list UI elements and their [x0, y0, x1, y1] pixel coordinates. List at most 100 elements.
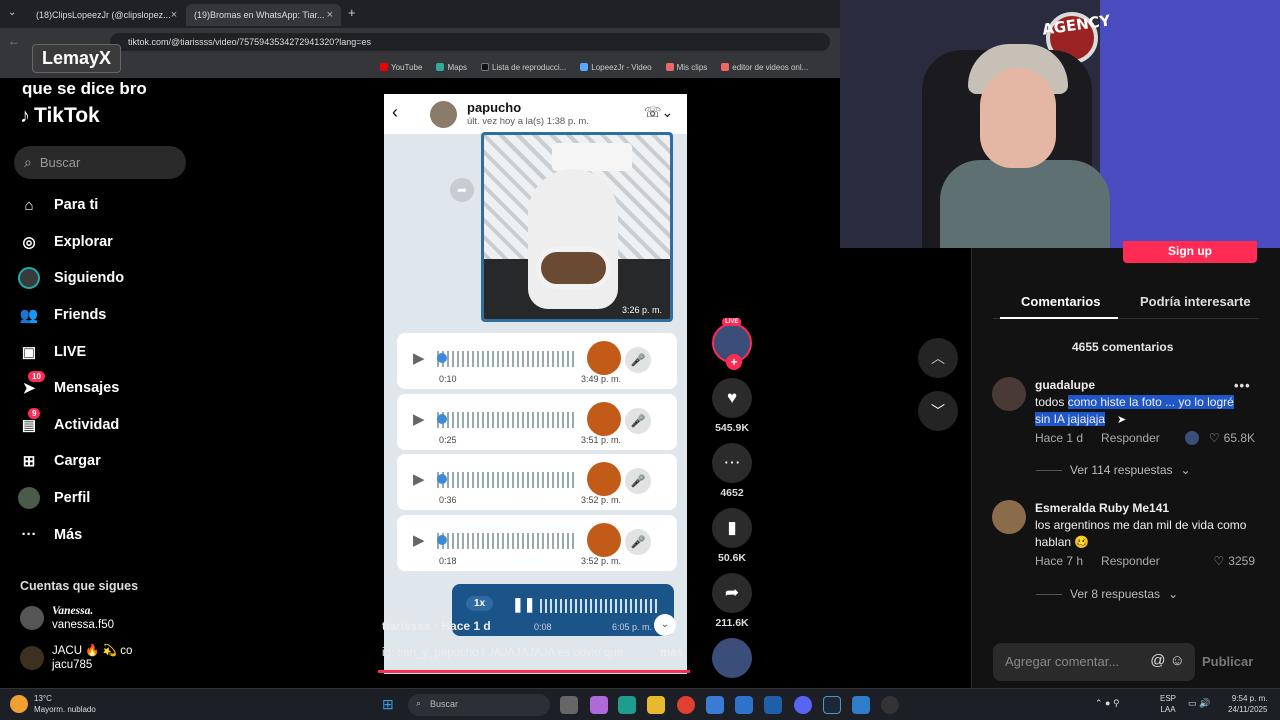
post-button[interactable]: Publicar — [1202, 654, 1253, 669]
follow-plus-icon[interactable]: + — [726, 354, 742, 370]
app-icon[interactable] — [852, 696, 870, 714]
task-view-icon[interactable] — [560, 696, 578, 714]
comment-time: Hace 7 h — [1035, 554, 1084, 568]
taskbar-search[interactable]: ⌕ Buscar — [408, 694, 550, 716]
url-text: tiktok.com/@tiarissss/video/757594353427… — [128, 37, 372, 47]
steam-icon[interactable] — [823, 696, 841, 714]
sidebar-item-label: Más — [54, 526, 83, 543]
tiktok-logo[interactable]: ♪ TikTok — [20, 104, 100, 128]
sidebar-item-label: Friends — [54, 307, 107, 324]
previous-video-button[interactable]: ︿ — [918, 338, 958, 378]
more-icon: ··· — [21, 526, 37, 544]
sidebar-item-mensajes[interactable]: ➤ 10 Mensajes — [18, 370, 218, 407]
comment-meta: Hace 1 d Responder ♡ 65.8K — [1035, 431, 1255, 445]
sidebar-item-cargar[interactable]: ⊞ Cargar — [18, 443, 218, 480]
folder-icon — [665, 63, 674, 71]
sidebar-item-mas[interactable]: ··· Más — [18, 516, 218, 553]
creator-avatar-live[interactable]: LIVE + — [710, 318, 754, 370]
edge-icon[interactable] — [618, 696, 636, 714]
network-volume-icons[interactable]: ▭ 🔊 — [1188, 698, 1210, 709]
sidebar-item-label: Cargar — [54, 453, 101, 470]
chrome-icon[interactable] — [677, 696, 695, 714]
sidebar-item-explorar[interactable]: ◎ Explorar — [18, 224, 218, 261]
emoji-icon[interactable]: ☺ — [1170, 652, 1185, 669]
obs-icon[interactable] — [881, 696, 899, 714]
video-progress-bar[interactable] — [378, 670, 690, 673]
file-explorer-icon[interactable] — [647, 696, 665, 714]
bookmark-clips[interactable]: Mis clips — [665, 63, 707, 72]
windows-start-icon[interactable]: ⊞ — [382, 696, 394, 713]
copilot-icon[interactable] — [590, 696, 608, 714]
sidebar-item-live[interactable]: ▣ LIVE — [18, 333, 218, 370]
sidebar-item-siguiendo[interactable]: Siguiendo — [18, 260, 218, 297]
weather-widget[interactable]: 13°C Mayorm. nublado — [10, 693, 96, 715]
view-replies-button[interactable]: Ver 114 respuestas ⌄ — [1036, 463, 1191, 477]
discord-icon[interactable] — [794, 696, 812, 714]
comment-username[interactable]: Esmeralda Ruby Me141 — [1035, 501, 1169, 515]
avatar[interactable] — [992, 500, 1026, 534]
site-icon — [580, 63, 589, 71]
bookmark-video[interactable]: LopeezJr - Video — [580, 63, 652, 72]
following-account[interactable]: JACU 🔥 💫 co jacu785 — [20, 644, 132, 672]
store-icon[interactable] — [706, 696, 724, 714]
save-button[interactable]: ▮ 50.6K — [710, 508, 754, 564]
weather-icon — [10, 695, 28, 713]
bookmark-youtube[interactable]: YouTube — [380, 63, 422, 72]
browser-tab-2[interactable]: (19)Bromas en WhatsApp: Tiar... × — [186, 4, 341, 26]
sidebar-item-perfil[interactable]: Perfil — [18, 480, 218, 517]
share-button[interactable]: ➦ 211.6K — [710, 573, 754, 629]
sign-up-button[interactable]: Sign up — [1123, 241, 1257, 263]
comment-like-button[interactable]: ♡ 3259 — [1214, 554, 1255, 568]
reply-button[interactable]: Responder — [1101, 554, 1160, 568]
screen: ⌄ (18)ClipsLopeezJr (@clipslopez... × (1… — [0, 0, 1280, 720]
heart-icon: ♥ — [712, 378, 752, 418]
video-author[interactable]: tiarissss · Hace 1 d — [382, 619, 491, 633]
message-time: 3:52 p. m. — [581, 556, 622, 566]
sound-disc[interactable] — [710, 638, 754, 678]
view-replies-button[interactable]: Ver 8 respuestas ⌄ — [1036, 587, 1178, 601]
back-icon: ‹ — [392, 102, 398, 122]
comment-like-count: 65.8K — [1223, 431, 1255, 445]
clock[interactable]: 9:54 p. m. 24/11/2025 — [1228, 693, 1267, 715]
close-icon[interactable]: × — [171, 9, 177, 21]
tab-comments[interactable]: Comentarios — [1021, 294, 1100, 309]
browser-tab-1[interactable]: (18)ClipsLopeezJr (@clipslopez... × — [28, 4, 183, 26]
mention-icon[interactable]: @ — [1150, 652, 1165, 669]
language-indicator[interactable]: ESP LAA — [1160, 693, 1176, 715]
bookmark-playlist[interactable]: Lista de reproducci... — [481, 63, 566, 72]
reply-button[interactable]: Responder — [1101, 431, 1160, 445]
bookmark-editor[interactable]: editor de videos onl... — [721, 63, 808, 72]
comment-input[interactable]: Agregar comentar... @ ☺ — [993, 643, 1195, 681]
avatar[interactable] — [992, 377, 1026, 411]
bookmark-maps[interactable]: Maps — [436, 63, 467, 72]
sidebar-item-actividad[interactable]: ▤ 9 Actividad — [18, 407, 218, 444]
progress-dot — [437, 535, 447, 545]
comment-like-button[interactable]: ♡ 65.8K — [1184, 431, 1255, 445]
close-icon[interactable]: × — [327, 9, 333, 21]
tab-list-icon[interactable]: ⌄ — [8, 7, 16, 18]
like-button[interactable]: ♥ 545.9K — [710, 378, 754, 434]
app-icon[interactable] — [764, 696, 782, 714]
mail-icon[interactable] — [735, 696, 753, 714]
sidebar-item-friends[interactable]: 👥 Friends — [18, 297, 218, 334]
next-video-button[interactable]: ﹀ — [918, 391, 958, 431]
video-player[interactable]: ‹ papucho últ. vez hoy a la(s) 1:38 p. m… — [384, 94, 687, 674]
system-tray-icons[interactable]: ⌃ ● ⚲ — [1095, 698, 1120, 709]
creator-liked-avatar — [1184, 431, 1199, 445]
comment-button[interactable]: ⋯ 4652 — [710, 443, 754, 499]
new-tab-icon[interactable]: + — [348, 5, 356, 20]
clock-time: 9:54 p. m. — [1231, 694, 1268, 703]
weather-status: Mayorm. nublado — [34, 705, 96, 714]
back-icon[interactable]: ← — [8, 34, 20, 48]
more-link[interactable]: más — [660, 647, 683, 659]
progress-dot — [437, 353, 447, 363]
comment-text: todos como histe la foto ... yo lo logré… — [1035, 394, 1250, 428]
sidebar-item-para-ti[interactable]: ⌂ Para ti — [18, 187, 218, 224]
url-field[interactable]: tiktok.com/@tiarissss/video/757594353427… — [110, 33, 830, 51]
tab-related[interactable]: Podría interesarte — [1140, 294, 1251, 309]
comment-username[interactable]: guadalupe — [1035, 378, 1095, 392]
search-input[interactable]: ⌕ Buscar — [14, 146, 186, 179]
divider — [1036, 469, 1062, 471]
more-options-icon[interactable]: ••• — [1234, 378, 1251, 393]
following-account[interactable]: Vanessa. vanessa.f50 — [20, 604, 114, 632]
